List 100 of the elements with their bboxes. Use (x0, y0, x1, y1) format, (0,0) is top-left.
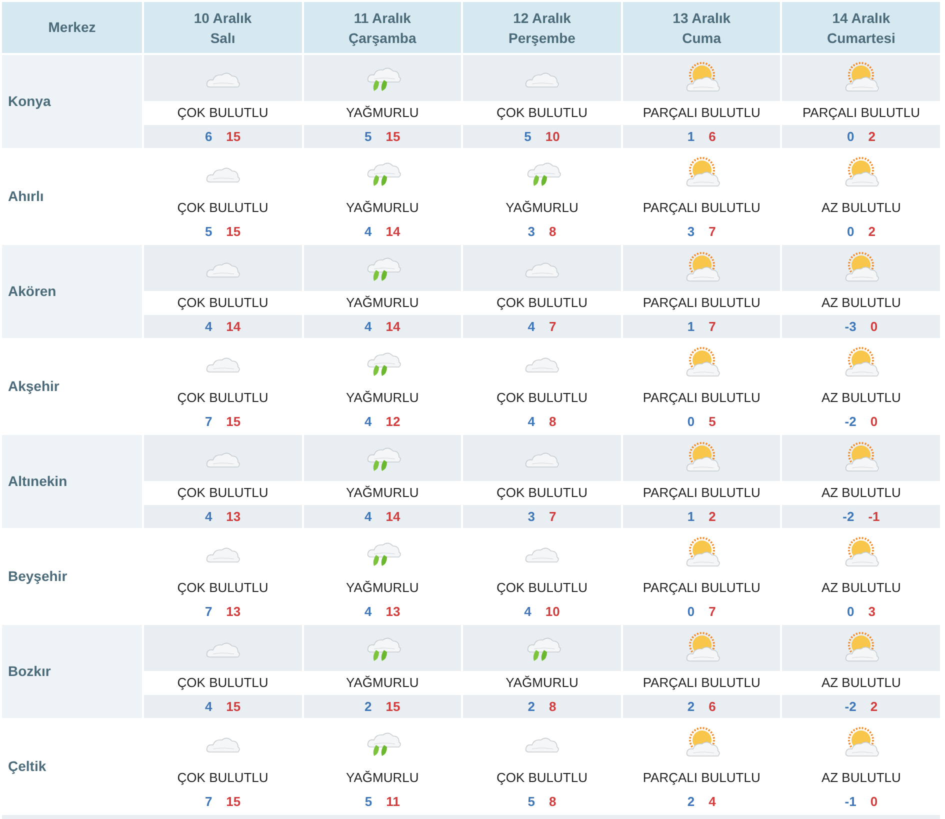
low-temperature: 1 (687, 318, 695, 336)
high-temperature: 15 (226, 792, 241, 811)
weather-description: ÇOK BULUTLU (177, 104, 268, 122)
high-temperature: 14 (226, 318, 241, 336)
high-temperature: 15 (226, 698, 241, 716)
low-temperature: -1 (844, 792, 856, 811)
low-temperature: 6 (204, 128, 212, 146)
low-temperature: 3 (528, 222, 535, 241)
weather-description: ÇOK BULUTLU (496, 294, 588, 312)
weather-description: PARÇALI BULUTLU (642, 579, 760, 598)
weather-description: AZ BULUTLU (821, 579, 901, 598)
weather-description: AZ BULUTLU (821, 769, 901, 788)
high-temperature: 0 (870, 792, 878, 811)
column-header: 10 Aralık Salı (144, 2, 302, 53)
low-temperature: 0 (687, 412, 695, 431)
weather-description: PARÇALI BULUTLU (802, 104, 920, 122)
weather-description: YAĞMURLU (346, 104, 419, 122)
low-temperature: 7 (204, 602, 212, 621)
low-temperature: 3 (528, 508, 535, 526)
high-temperature: 3 (868, 602, 876, 621)
high-temperature: 6 (708, 128, 716, 146)
high-temperature: 10 (545, 602, 560, 621)
weather-description: ÇOK BULUTLU (177, 579, 268, 598)
column-header: 14 Aralık Cumartesi (782, 2, 940, 53)
low-temperature: 2 (687, 698, 695, 716)
high-temperature: 13 (226, 602, 241, 621)
city-name: Konya (2, 55, 142, 148)
high-temperature: 4 (708, 792, 716, 811)
low-temperature: 1 (687, 128, 695, 146)
high-temperature: 8 (548, 412, 556, 431)
weather-description: YAĞMURLU (346, 769, 419, 788)
city-name: Akören (2, 245, 142, 338)
weather-description: ÇOK BULUTLU (177, 484, 268, 502)
low-temperature: -2 (842, 508, 854, 526)
weather-description: PARÇALI BULUTLU (642, 104, 760, 122)
low-temperature: -3 (844, 318, 856, 336)
low-temperature: 7 (204, 412, 212, 431)
weather-description: ÇOK BULUTLU (496, 484, 588, 502)
high-temperature: 6 (708, 698, 716, 716)
weather-description: PARÇALI BULUTLU (642, 294, 760, 312)
city-name: Bozkır (2, 625, 142, 718)
low-temperature: 2 (364, 698, 372, 716)
weather-description: ÇOK BULUTLU (496, 769, 588, 788)
column-header: 12 Aralık Perşembe (463, 2, 621, 53)
city-name: Altınekin (2, 435, 142, 528)
low-temperature: 5 (528, 792, 535, 811)
low-temperature: -2 (844, 698, 856, 716)
weather-description: AZ BULUTLU (821, 389, 901, 408)
high-temperature: 15 (226, 412, 241, 431)
weather-description: ÇOK BULUTLU (496, 104, 588, 122)
low-temperature: 4 (204, 698, 212, 716)
weather-description: YAĞMURLU (346, 294, 419, 312)
low-temperature: 5 (524, 128, 532, 146)
low-temperature: 2 (687, 792, 695, 811)
low-temperature: 5 (204, 222, 212, 241)
low-temperature: 0 (846, 128, 854, 146)
weather-description: PARÇALI BULUTLU (642, 674, 760, 692)
high-temperature: 7 (708, 222, 716, 241)
low-temperature: 0 (846, 602, 854, 621)
high-temperature: 13 (386, 602, 400, 621)
low-temperature: 1 (687, 508, 695, 526)
low-temperature: 7 (204, 792, 212, 811)
weather-description: AZ BULUTLU (821, 484, 901, 502)
weather-description: PARÇALI BULUTLU (642, 484, 760, 502)
weather-description: YAĞMURLU (346, 674, 419, 692)
high-temperature: 15 (226, 222, 241, 241)
low-temperature: 0 (846, 222, 854, 241)
high-temperature: 2 (708, 508, 716, 526)
low-temperature: 3 (687, 222, 695, 241)
high-temperature: 8 (548, 222, 556, 241)
low-temperature: 0 (687, 602, 695, 621)
low-temperature: 4 (364, 508, 372, 526)
low-temperature: -2 (844, 412, 856, 431)
low-temperature: 2 (528, 698, 535, 716)
low-temperature: 4 (204, 508, 212, 526)
high-temperature: 2 (868, 128, 876, 146)
low-temperature: 5 (364, 128, 372, 146)
high-temperature: 2 (868, 222, 876, 241)
weather-description: YAĞMURLU (346, 484, 419, 502)
high-temperature: 7 (548, 508, 556, 526)
high-temperature: 15 (386, 128, 400, 146)
high-temperature: 10 (545, 128, 560, 146)
weather-description: ÇOK BULUTLU (496, 389, 588, 408)
high-temperature: 7 (708, 602, 716, 621)
high-temperature: 5 (708, 412, 716, 431)
high-temperature: 14 (386, 222, 400, 241)
low-temperature: 5 (364, 792, 372, 811)
weather-description: ÇOK BULUTLU (177, 389, 268, 408)
weather-description: PARÇALI BULUTLU (642, 769, 760, 788)
high-temperature: -1 (868, 508, 880, 526)
high-temperature: 2 (870, 698, 878, 716)
weather-description: YAĞMURLU (506, 674, 578, 692)
high-temperature: 15 (226, 128, 241, 146)
weather-description: AZ BULUTLU (821, 294, 901, 312)
high-temperature: 11 (386, 792, 400, 811)
low-temperature: 4 (364, 602, 372, 621)
weather-description: YAĞMURLU (346, 579, 419, 598)
low-temperature: 4 (364, 222, 372, 241)
high-temperature: 12 (386, 412, 400, 431)
high-temperature: 8 (548, 698, 556, 716)
